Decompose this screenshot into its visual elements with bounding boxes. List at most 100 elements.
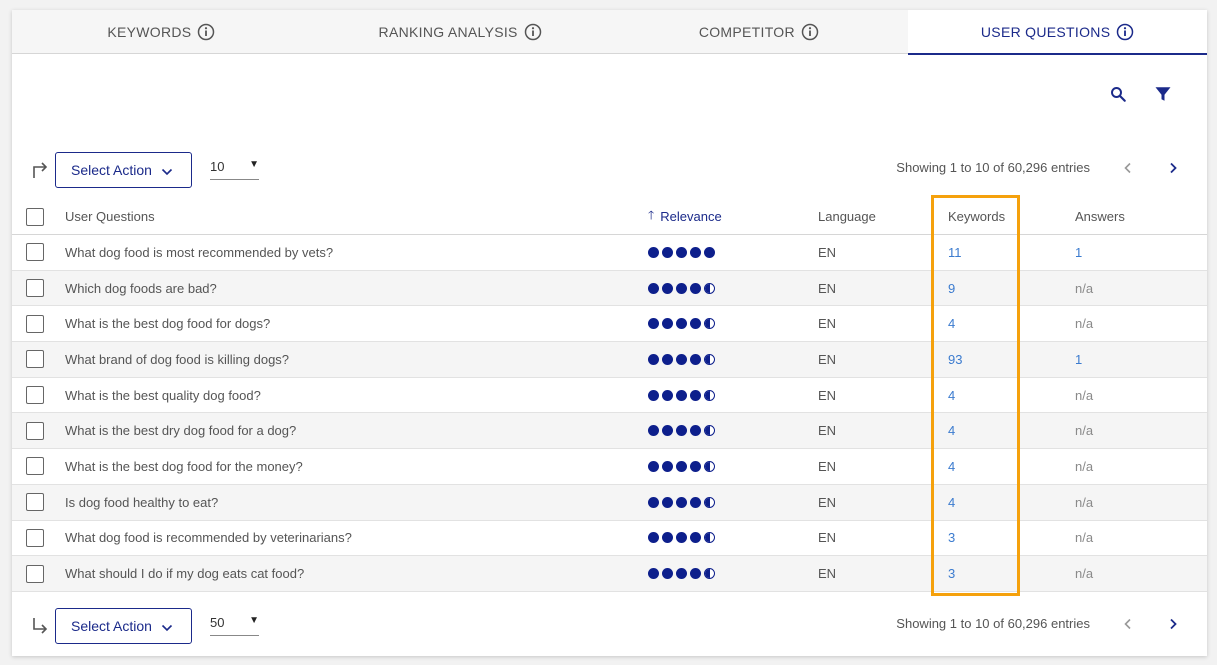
row-checkbox[interactable] (26, 528, 44, 547)
keywords-count-link[interactable]: 4 (948, 306, 955, 341)
language-code: EN (818, 494, 837, 510)
next-page-button[interactable] (1161, 156, 1185, 180)
select-action-dropdown[interactable]: Select Action (55, 608, 192, 644)
entries-info: Showing 1 to 10 of 60,296 entries (896, 616, 1090, 631)
language-code: EN (818, 351, 837, 367)
relevance-dot (704, 318, 715, 330)
relevance-dot (662, 568, 673, 580)
relevance-dot (690, 318, 701, 330)
info-icon[interactable] (801, 23, 819, 41)
keywords-count-link[interactable]: 93 (948, 342, 962, 377)
relevance-dot (648, 568, 659, 580)
answers-value: n/a (1075, 530, 1094, 546)
table-row: What brand of dog food is killing dogs? E… (12, 342, 1207, 378)
relevance-dot (704, 389, 715, 401)
header-keywords[interactable]: Keywords (948, 199, 1005, 234)
header-user-questions[interactable]: User Questions (65, 199, 155, 234)
relevance-dot (704, 532, 715, 544)
prev-page-button[interactable] (1116, 156, 1140, 180)
relevance-dot (648, 246, 659, 258)
keywords-count-link[interactable]: 3 (948, 521, 955, 556)
next-page-button[interactable] (1161, 612, 1185, 636)
row-checkbox[interactable] (26, 457, 44, 476)
relevance-rating (648, 449, 715, 484)
entries-info: Showing 1 to 10 of 60,296 entries (896, 160, 1090, 175)
page-size-select[interactable]: 50 ▼ (210, 614, 259, 636)
page-size-select[interactable]: 10 ▼ (210, 158, 259, 180)
relevance-dot (662, 318, 673, 330)
relevance-rating (648, 271, 715, 306)
questions-table: User Questions 🡑 Relevance Language Keyw… (12, 199, 1207, 592)
relevance-rating (648, 521, 715, 556)
tab-keywords[interactable]: KEYWORDS (12, 10, 311, 54)
answers-count-link[interactable]: 1 (1075, 342, 1082, 377)
search-icon[interactable] (1104, 80, 1132, 108)
relevance-dot (690, 425, 701, 437)
answers-value: n/a (1075, 458, 1094, 474)
info-icon[interactable] (197, 23, 215, 41)
keywords-count-link[interactable]: 4 (948, 413, 955, 448)
row-checkbox[interactable] (26, 314, 44, 333)
language-code: EN (818, 316, 837, 332)
info-icon[interactable] (1116, 23, 1134, 41)
answers-value: n/a (1075, 387, 1094, 403)
answers-value: n/a (1075, 280, 1094, 296)
row-checkbox[interactable] (26, 564, 44, 583)
relevance-dot (676, 389, 687, 401)
keywords-count-link[interactable]: 3 (948, 556, 955, 591)
header-language[interactable]: Language (818, 199, 876, 234)
prev-page-button[interactable] (1116, 612, 1140, 636)
row-checkbox[interactable] (26, 421, 44, 440)
answers-value: n/a (1075, 566, 1094, 582)
relevance-dot (662, 496, 673, 508)
relevance-dot (676, 568, 687, 580)
question-text: What dog food is most recommended by vet… (65, 244, 334, 260)
table-row: What is the best quality dog food? EN 4 n/a (12, 378, 1207, 414)
answers-count-link[interactable]: 1 (1075, 235, 1082, 270)
relevance-dot (690, 246, 701, 258)
relevance-dot (704, 568, 715, 580)
relevance-dot (676, 532, 687, 544)
relevance-dot (662, 460, 673, 472)
relevance-dot (690, 496, 701, 508)
row-checkbox[interactable] (26, 386, 44, 405)
page-size-value: 10 (210, 159, 225, 174)
relevance-dot (676, 353, 687, 365)
question-text: What brand of dog food is killing dogs? (65, 351, 290, 367)
relevance-dot (704, 425, 715, 437)
relevance-dot (690, 460, 701, 472)
relevance-dot (648, 353, 659, 365)
relevance-dot (662, 532, 673, 544)
relevance-dot (704, 282, 715, 294)
relevance-dot (690, 282, 701, 294)
keywords-count-link[interactable]: 11 (948, 235, 962, 270)
row-checkbox[interactable] (26, 279, 44, 298)
relevance-dot (648, 496, 659, 508)
keywords-count-link[interactable]: 4 (948, 485, 955, 520)
language-code: EN (818, 387, 837, 403)
tab-ranking-analysis[interactable]: RANKING ANALYSIS (311, 10, 610, 54)
select-action-dropdown[interactable]: Select Action (55, 152, 192, 188)
tab-user-questions[interactable]: USER QUESTIONS (908, 10, 1207, 55)
keywords-count-link[interactable]: 4 (948, 449, 955, 484)
answers-value: n/a (1075, 423, 1094, 439)
relevance-dot (648, 318, 659, 330)
header-relevance[interactable]: 🡑 Relevance (648, 199, 722, 234)
filter-icon[interactable] (1149, 80, 1177, 108)
row-checkbox[interactable] (26, 493, 44, 512)
question-text: What is the best dog food for dogs? (65, 316, 271, 332)
select-all-checkbox[interactable] (26, 207, 44, 226)
tab-competitor[interactable]: COMPETITOR (610, 10, 909, 54)
question-text: What should I do if my dog eats cat food… (65, 566, 305, 582)
header-answers[interactable]: Answers (1075, 199, 1125, 234)
info-icon[interactable] (524, 23, 542, 41)
row-checkbox[interactable] (26, 243, 44, 262)
keywords-count-link[interactable]: 9 (948, 271, 955, 306)
relevance-dot (690, 389, 701, 401)
row-checkbox[interactable] (26, 350, 44, 369)
keywords-count-link[interactable]: 4 (948, 378, 955, 413)
language-code: EN (818, 458, 837, 474)
relevance-rating (648, 306, 715, 341)
table-row: What is the best dry dog food for a dog?… (12, 413, 1207, 450)
question-text: Which dog foods are bad? (65, 280, 217, 296)
